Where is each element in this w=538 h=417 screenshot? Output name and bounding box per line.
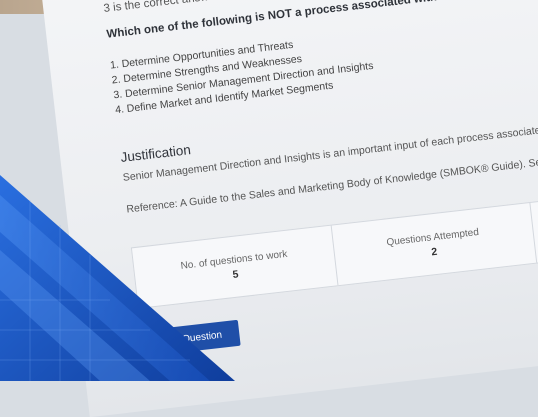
answer-options: 1. Determine Opportunities and Threats 2… bbox=[109, 29, 376, 118]
stat-questions-attempted: Questions Attempted 2 bbox=[331, 203, 537, 285]
stat-questions-to-work: No. of questions to work 5 bbox=[132, 226, 338, 308]
answer-feedback: 3 is the correct answ... bbox=[103, 0, 219, 15]
quiz-screen: 3 is the correct answ... Which one of th… bbox=[40, 0, 538, 417]
next-question-button[interactable]: Next Question bbox=[140, 319, 241, 357]
justification-title: Justification bbox=[119, 142, 192, 165]
